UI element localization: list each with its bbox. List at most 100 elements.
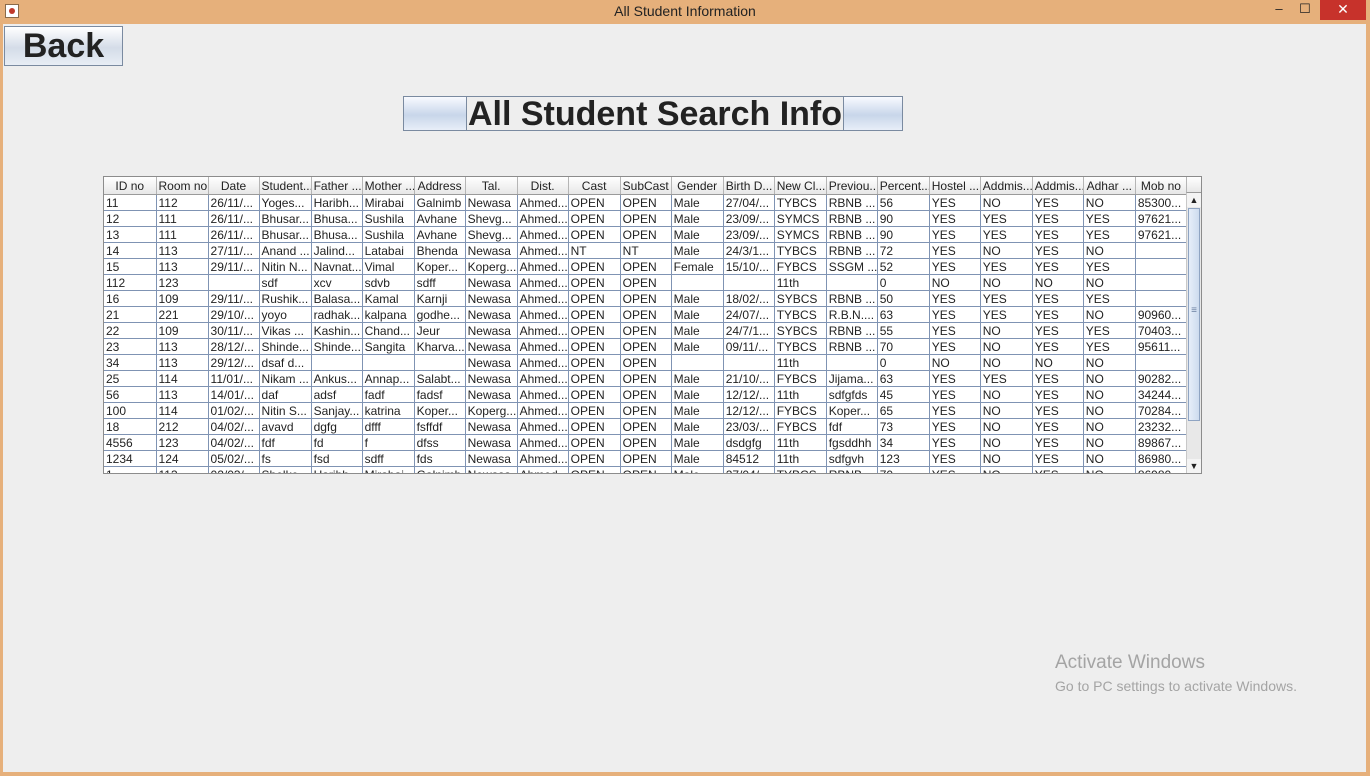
table-cell[interactable]: 70: [877, 338, 930, 355]
table-cell[interactable]: 50: [877, 290, 930, 307]
table-cell[interactable]: NO: [1083, 402, 1136, 419]
table-cell[interactable]: OPEN: [568, 418, 621, 435]
table-cell[interactable]: 85300...: [1135, 194, 1188, 211]
table-cell[interactable]: YES: [929, 306, 981, 323]
table-row[interactable]: 12 111 26/11/... Bhusar... Bhusa... Sushila Av…: [104, 210, 1188, 227]
table-cell[interactable]: Shinde...: [259, 338, 312, 355]
table-cell[interactable]: 95611...: [1135, 338, 1188, 355]
table-cell[interactable]: OPEN: [620, 402, 672, 419]
table-cell[interactable]: fsffdf: [414, 418, 466, 435]
table-row[interactable]: 13 111 26/11/... Bhusar... Bhusa... Sushila Av…: [104, 226, 1188, 243]
table-cell[interactable]: FYBCS: [774, 402, 827, 419]
table-cell[interactable]: sdff: [362, 450, 415, 467]
table-cell[interactable]: Newasa: [465, 386, 518, 403]
table-cell[interactable]: OPEN: [620, 434, 672, 451]
table-cell[interactable]: Bhusa...: [311, 226, 363, 243]
table-cell[interactable]: 26/11/...: [208, 194, 260, 211]
table-cell[interactable]: 27/04/...: [723, 194, 775, 211]
table-cell[interactable]: RBNB ...: [826, 226, 878, 243]
table-cell[interactable]: YES: [980, 290, 1033, 307]
table-cell[interactable]: [208, 274, 260, 291]
close-button[interactable]: ✕: [1320, 0, 1366, 20]
table-cell[interactable]: YES: [1083, 322, 1136, 339]
table-cell[interactable]: YES: [1083, 290, 1136, 307]
table-cell[interactable]: Ahmed...: [517, 434, 569, 451]
column-header[interactable]: Birth D...: [723, 177, 775, 195]
table-cell[interactable]: NO: [980, 418, 1033, 435]
table-cell[interactable]: Newasa: [465, 354, 518, 371]
table-cell[interactable]: 14/01/...: [208, 386, 260, 403]
table-cell[interactable]: Ahmed...: [517, 306, 569, 323]
table-cell[interactable]: Mirabai: [362, 466, 415, 473]
table-cell[interactable]: YES: [1032, 386, 1084, 403]
column-header[interactable]: Adhar ...: [1083, 177, 1136, 195]
table-cell[interactable]: YES: [929, 450, 981, 467]
table-cell[interactable]: Rushik...: [259, 290, 312, 307]
table-cell[interactable]: 29/10/...: [208, 306, 260, 323]
table-cell[interactable]: Ahmed...: [517, 322, 569, 339]
table-cell[interactable]: YES: [980, 306, 1033, 323]
student-table-scrollpane[interactable]: ID no Room no Date Student... Father ... Moth…: [103, 176, 1202, 474]
table-cell[interactable]: Ahmed...: [517, 258, 569, 275]
table-cell[interactable]: TYBCS: [774, 194, 827, 211]
table-cell[interactable]: NO: [1083, 354, 1136, 371]
table-cell[interactable]: 111: [156, 226, 209, 243]
table-cell[interactable]: Ankus...: [311, 370, 363, 387]
table-cell[interactable]: fsd: [311, 450, 363, 467]
table-cell[interactable]: Bhusar...: [259, 210, 312, 227]
maximize-button[interactable]: ☐: [1292, 0, 1318, 20]
table-cell[interactable]: TYBCS: [774, 242, 827, 259]
table-cell[interactable]: [1135, 274, 1188, 291]
table-cell[interactable]: YES: [1032, 226, 1084, 243]
table-cell[interactable]: OPEN: [568, 226, 621, 243]
table-cell[interactable]: 52: [877, 258, 930, 275]
table-cell[interactable]: 30/11/...: [208, 322, 260, 339]
table-row[interactable]: 14 113 27/11/... Anand ... Jalind... Latabai B…: [104, 242, 1188, 259]
table-cell[interactable]: adsf: [311, 386, 363, 403]
table-cell[interactable]: [1135, 354, 1188, 371]
table-cell[interactable]: [826, 354, 878, 371]
table-cell[interactable]: OPEN: [620, 290, 672, 307]
table-cell[interactable]: YES: [1032, 450, 1084, 467]
table-cell[interactable]: [723, 274, 775, 291]
table-cell[interactable]: Shinde...: [311, 338, 363, 355]
table-cell[interactable]: fadsf: [414, 386, 466, 403]
table-cell[interactable]: 13: [104, 226, 157, 243]
column-header[interactable]: Student...: [259, 177, 312, 195]
table-cell[interactable]: OPEN: [568, 290, 621, 307]
table-cell[interactable]: YES: [929, 226, 981, 243]
table-row[interactable]: 25 114 11/01/... Nikam ... Ankus... Annap... S…: [104, 370, 1188, 387]
table-cell[interactable]: Vikas ...: [259, 322, 312, 339]
table-cell[interactable]: SYBCS: [774, 322, 827, 339]
table-cell[interactable]: Male: [671, 194, 724, 211]
table-cell[interactable]: Avhane: [414, 226, 466, 243]
table-cell[interactable]: 11th: [774, 386, 827, 403]
table-cell[interactable]: 34: [104, 354, 157, 371]
table-cell[interactable]: Salabt...: [414, 370, 466, 387]
table-cell[interactable]: NO: [980, 338, 1033, 355]
table-cell[interactable]: 56: [877, 194, 930, 211]
header-title-button[interactable]: All Student Search Info: [403, 96, 903, 131]
table-cell[interactable]: 24/07/...: [723, 306, 775, 323]
table-cell[interactable]: Koper...: [414, 258, 466, 275]
table-cell[interactable]: Female: [671, 258, 724, 275]
table-cell[interactable]: OPEN: [568, 450, 621, 467]
table-cell[interactable]: YES: [1083, 210, 1136, 227]
table-cell[interactable]: YES: [1032, 194, 1084, 211]
table-cell[interactable]: Ahmed...: [517, 210, 569, 227]
column-header[interactable]: Date: [208, 177, 260, 195]
table-row[interactable]: 15 113 29/11/... Nitin N... Navnat... Vimal Ko…: [104, 258, 1188, 275]
table-cell[interactable]: 23232...: [1135, 418, 1188, 435]
table-cell[interactable]: YES: [980, 258, 1033, 275]
table-cell[interactable]: fadf: [362, 386, 415, 403]
column-header[interactable]: Hostel ...: [929, 177, 981, 195]
table-cell[interactable]: YES: [929, 258, 981, 275]
table-cell[interactable]: YES: [929, 466, 981, 473]
table-cell[interactable]: 86980...: [1135, 466, 1188, 473]
table-cell[interactable]: Male: [671, 450, 724, 467]
table-cell[interactable]: 114: [156, 402, 209, 419]
table-cell[interactable]: 123: [156, 274, 209, 291]
table-row[interactable]: 1234 124 05/02/... fs fsd sdff fds Newasa Ahmed.…: [104, 450, 1188, 467]
table-cell[interactable]: Newasa: [465, 194, 518, 211]
table-cell[interactable]: Shevg...: [465, 226, 518, 243]
